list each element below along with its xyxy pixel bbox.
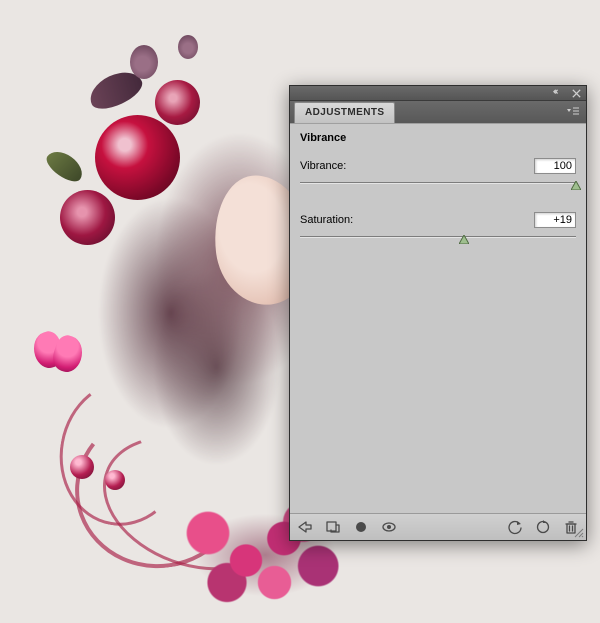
saturation-value-input[interactable] <box>534 212 576 228</box>
previous-state-icon[interactable] <box>506 518 524 536</box>
panel-body: Vibrance Vibrance: Saturation: <box>290 123 586 513</box>
vibrance-label: Vibrance: <box>300 160 346 172</box>
document-canvas: ADJUSTMENTS Vibrance Vibrance: <box>0 0 600 623</box>
expand-view-icon[interactable] <box>324 518 342 536</box>
visibility-icon[interactable] <box>380 518 398 536</box>
saturation-slider-thumb[interactable] <box>459 235 469 244</box>
panel-tab-strip: ADJUSTMENTS <box>290 101 586 123</box>
close-icon[interactable] <box>570 87 582 99</box>
saturation-label: Saturation: <box>300 214 353 226</box>
adjustments-panel: ADJUSTMENTS Vibrance Vibrance: <box>289 85 587 541</box>
vibrance-slider[interactable] <box>300 178 576 192</box>
resize-grip-icon[interactable] <box>572 526 584 538</box>
back-arrow-icon[interactable] <box>296 518 314 536</box>
vibrance-row: Vibrance: <box>300 158 576 192</box>
panel-menu-icon[interactable] <box>564 104 582 120</box>
tab-adjustments[interactable]: ADJUSTMENTS <box>294 102 395 123</box>
clip-to-layer-icon[interactable] <box>352 518 370 536</box>
panel-footer <box>290 513 586 540</box>
vibrance-slider-thumb[interactable] <box>571 181 581 190</box>
saturation-slider[interactable] <box>300 232 576 246</box>
artwork-preview <box>0 0 312 623</box>
saturation-row: Saturation: <box>300 212 576 246</box>
adjustment-title: Vibrance <box>300 132 576 144</box>
vibrance-value-input[interactable] <box>534 158 576 174</box>
panel-topbar <box>290 86 586 101</box>
collapse-icon[interactable] <box>552 87 564 99</box>
reset-icon[interactable] <box>534 518 552 536</box>
